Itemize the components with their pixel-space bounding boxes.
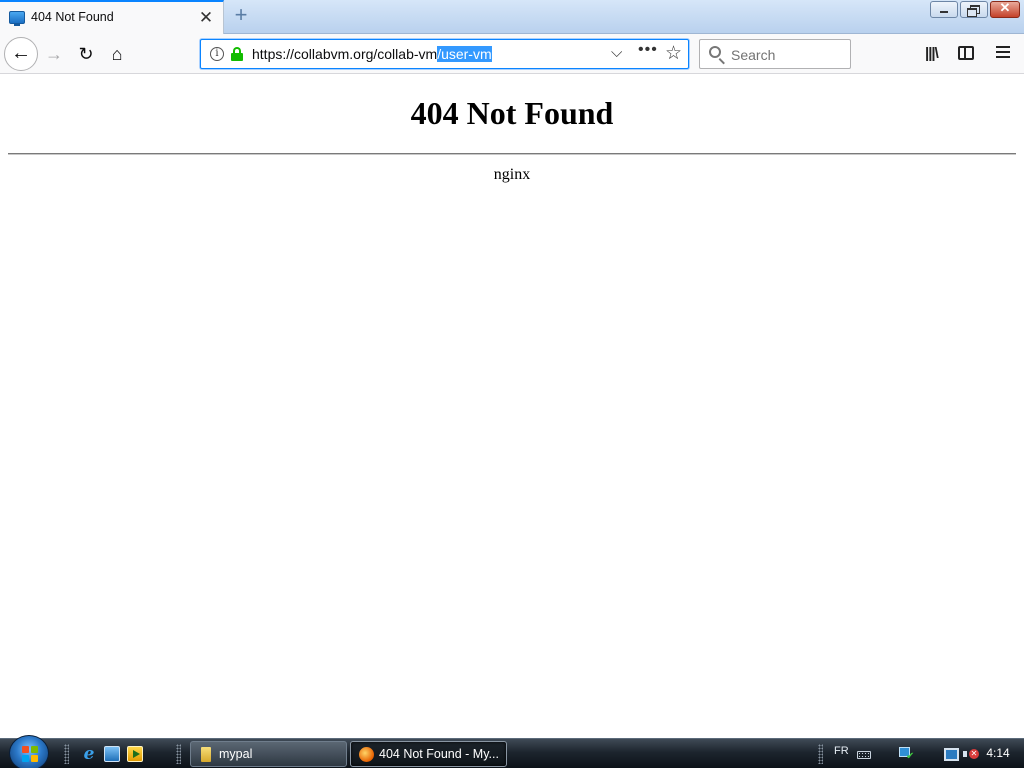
volume-muted-icon[interactable]: [962, 746, 979, 762]
taskbar-button-browser[interactable]: 404 Not Found - My...: [350, 741, 507, 767]
url-history-dropdown-icon[interactable]: ⌵: [611, 44, 622, 61]
page-content: 404 Not Found nginx: [0, 75, 1024, 738]
taskbar-button-label: 404 Not Found - My...: [379, 747, 499, 761]
menu-icon[interactable]: [996, 46, 1010, 60]
search-input[interactable]: [731, 47, 841, 63]
page-title: 404 Not Found: [410, 95, 614, 131]
home-button[interactable]: ⌂: [102, 39, 132, 69]
internet-explorer-icon[interactable]: e: [81, 746, 97, 763]
tab-title: 404 Not Found: [31, 10, 114, 24]
library-icon[interactable]: |||\: [925, 45, 939, 62]
window-controls: ✕: [930, 0, 1020, 19]
firefox-icon: [359, 747, 374, 762]
toolbar-grip[interactable]: [176, 744, 181, 764]
keyboard-icon[interactable]: [857, 751, 871, 759]
toolbar-grip[interactable]: [64, 744, 69, 764]
clock[interactable]: 4:14: [984, 746, 1012, 760]
reload-button[interactable]: ↻: [71, 39, 101, 69]
start-button[interactable]: [9, 735, 49, 768]
navigation-toolbar: ← → ↻ ⌂ i https://collabvm.org/collab-vm…: [0, 34, 1024, 74]
taskbar: e mypal 404 Not Found - My... FR 4:14: [0, 735, 1024, 768]
show-desktop-icon[interactable]: [104, 746, 120, 762]
close-icon: ✕: [999, 0, 1011, 15]
toolbar-grip[interactable]: [818, 744, 823, 764]
divider: [8, 153, 1016, 155]
search-box[interactable]: [699, 39, 851, 69]
url-text-selected: /user-vm: [437, 46, 492, 62]
folder-icon: [201, 747, 211, 762]
sidebar-icon[interactable]: [958, 46, 974, 60]
language-indicator[interactable]: FR: [834, 745, 849, 757]
minimize-button[interactable]: [930, 1, 958, 18]
restore-button[interactable]: [960, 1, 988, 18]
globe-favicon-icon: [9, 11, 25, 26]
new-tab-button[interactable]: +: [229, 4, 253, 28]
url-text[interactable]: https://collabvm.org/collab-vm/user-vm: [252, 46, 492, 62]
media-player-icon[interactable]: [127, 746, 143, 762]
address-bar[interactable]: i https://collabvm.org/collab-vm/user-vm…: [200, 39, 689, 69]
tab-strip: 404 Not Found ✕ + ✕: [0, 0, 1024, 34]
tab-404-not-found[interactable]: 404 Not Found ✕: [0, 0, 224, 34]
back-button[interactable]: ←: [4, 37, 38, 71]
info-icon[interactable]: i: [210, 47, 224, 61]
taskbar-button-label: mypal: [219, 747, 253, 761]
search-icon: [709, 46, 721, 58]
display-icon[interactable]: [943, 746, 959, 762]
page-actions-icon[interactable]: •••: [638, 41, 658, 59]
forward-button[interactable]: →: [39, 39, 69, 69]
url-text-unselected: https://collabvm.org/collab-vm: [252, 46, 438, 62]
window-close-button[interactable]: ✕: [990, 0, 1020, 18]
server-name: nginx: [493, 166, 531, 183]
network-icon[interactable]: [898, 746, 914, 762]
close-tab-icon[interactable]: ✕: [197, 9, 215, 28]
bookmark-star-icon[interactable]: ☆: [665, 42, 682, 65]
taskbar-button-mypal[interactable]: mypal: [190, 741, 347, 767]
lock-icon[interactable]: [231, 47, 243, 61]
